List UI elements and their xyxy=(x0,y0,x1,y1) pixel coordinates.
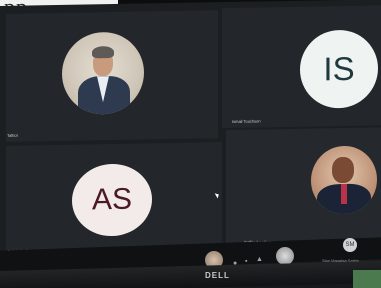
monitor-brand-logo: DELL xyxy=(205,271,230,280)
participant-1-name: Talbot xyxy=(7,132,18,138)
meeting-screen: IS AS Talbot Ismail Touchson Abdelaziz S… xyxy=(0,0,381,269)
strip-avatar-3[interactable]: SM xyxy=(343,238,357,252)
participant-2-name: Ismail Touchson xyxy=(232,118,261,124)
desk-object xyxy=(353,270,381,288)
photo-scene: pp IS AS Talbot Ismail Touchson Abdelazi… xyxy=(0,0,381,288)
participant-4-photo xyxy=(311,145,377,215)
photo-tie xyxy=(341,183,347,205)
photo-hair xyxy=(92,46,114,59)
photo-face xyxy=(332,156,354,184)
strip-avatar-2[interactable] xyxy=(276,247,294,265)
share-icon[interactable]: ▲ xyxy=(256,256,263,263)
